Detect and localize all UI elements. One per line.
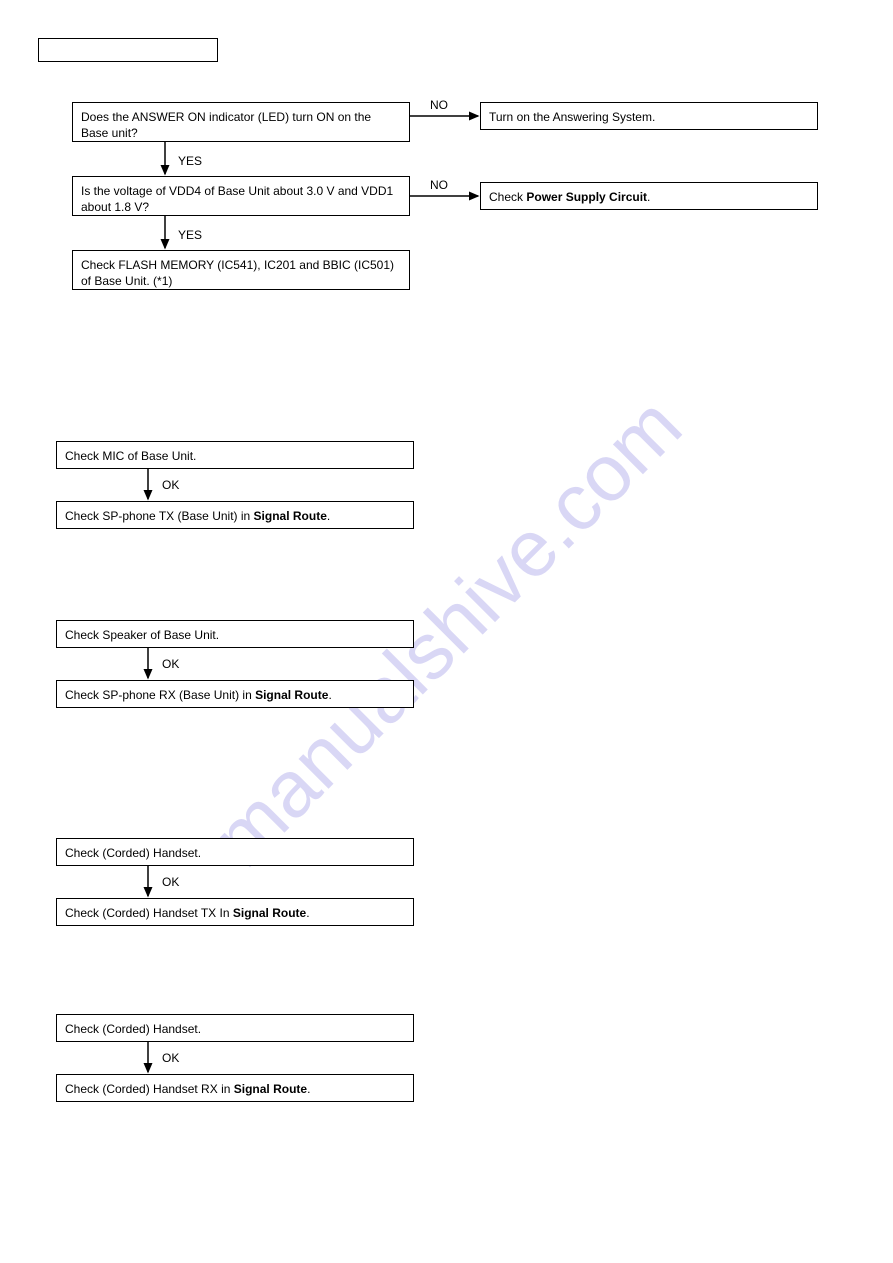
- flow5-ok-label: OK: [162, 1051, 179, 1065]
- flow4-a-text: Check (Corded) Handset.: [65, 846, 201, 860]
- flow2-b: Check SP-phone TX (Base Unit) in Signal …: [56, 501, 414, 529]
- flow5-a: Check (Corded) Handset.: [56, 1014, 414, 1042]
- flow1-q2-no-c: .: [647, 190, 650, 204]
- flow5-a-text: Check (Corded) Handset.: [65, 1022, 201, 1036]
- flow1-no-label-2: NO: [430, 178, 448, 192]
- flow1-yes-label-1: YES: [178, 154, 202, 168]
- flow4-a: Check (Corded) Handset.: [56, 838, 414, 866]
- flow5-b-b: Signal Route: [234, 1082, 307, 1096]
- flow2-b-c: .: [327, 509, 330, 523]
- flow2-b-a: Check SP-phone TX (Base Unit) in: [65, 509, 254, 523]
- flow2-ok-label: OK: [162, 478, 179, 492]
- flow1-q1-no-text: Turn on the Answering System.: [489, 110, 655, 124]
- flow1-yes-label-2: YES: [178, 228, 202, 242]
- flow1-q2: Is the voltage of VDD4 of Base Unit abou…: [72, 176, 410, 216]
- flow3-b-c: .: [328, 688, 331, 702]
- flow5-b-a: Check (Corded) Handset RX in: [65, 1082, 234, 1096]
- flow4-b-a: Check (Corded) Handset TX In: [65, 906, 233, 920]
- flow1-q3: Check FLASH MEMORY (IC541), IC201 and BB…: [72, 250, 410, 290]
- flow1-q2-no-a: Check: [489, 190, 526, 204]
- flow5-b: Check (Corded) Handset RX in Signal Rout…: [56, 1074, 414, 1102]
- flow4-b-b: Signal Route: [233, 906, 306, 920]
- flow3-b-a: Check SP-phone RX (Base Unit) in: [65, 688, 255, 702]
- flow2-b-b: Signal Route: [254, 509, 327, 523]
- flow4-b: Check (Corded) Handset TX In Signal Rout…: [56, 898, 414, 926]
- flow5-b-c: .: [307, 1082, 310, 1096]
- flow3-b: Check SP-phone RX (Base Unit) in Signal …: [56, 680, 414, 708]
- flow3-a-text: Check Speaker of Base Unit.: [65, 628, 219, 642]
- flow3-ok-label: OK: [162, 657, 179, 671]
- flow4-b-c: .: [306, 906, 309, 920]
- flow1-q1-no: Turn on the Answering System.: [480, 102, 818, 130]
- flow1-q1: Does the ANSWER ON indicator (LED) turn …: [72, 102, 410, 142]
- flow1-no-label-1: NO: [430, 98, 448, 112]
- flow1-q1-text: Does the ANSWER ON indicator (LED) turn …: [81, 110, 371, 140]
- flow1-q3-text: Check FLASH MEMORY (IC541), IC201 and BB…: [81, 258, 394, 288]
- flow1-q2-no-b: Power Supply Circuit: [526, 190, 647, 204]
- flow4-ok-label: OK: [162, 875, 179, 889]
- title-box: [38, 38, 218, 62]
- flow3-a: Check Speaker of Base Unit.: [56, 620, 414, 648]
- flow2-a: Check MIC of Base Unit.: [56, 441, 414, 469]
- flow1-q2-no: Check Power Supply Circuit.: [480, 182, 818, 210]
- flow2-a-text: Check MIC of Base Unit.: [65, 449, 196, 463]
- flow3-b-b: Signal Route: [255, 688, 328, 702]
- flow1-q2-text: Is the voltage of VDD4 of Base Unit abou…: [81, 184, 393, 214]
